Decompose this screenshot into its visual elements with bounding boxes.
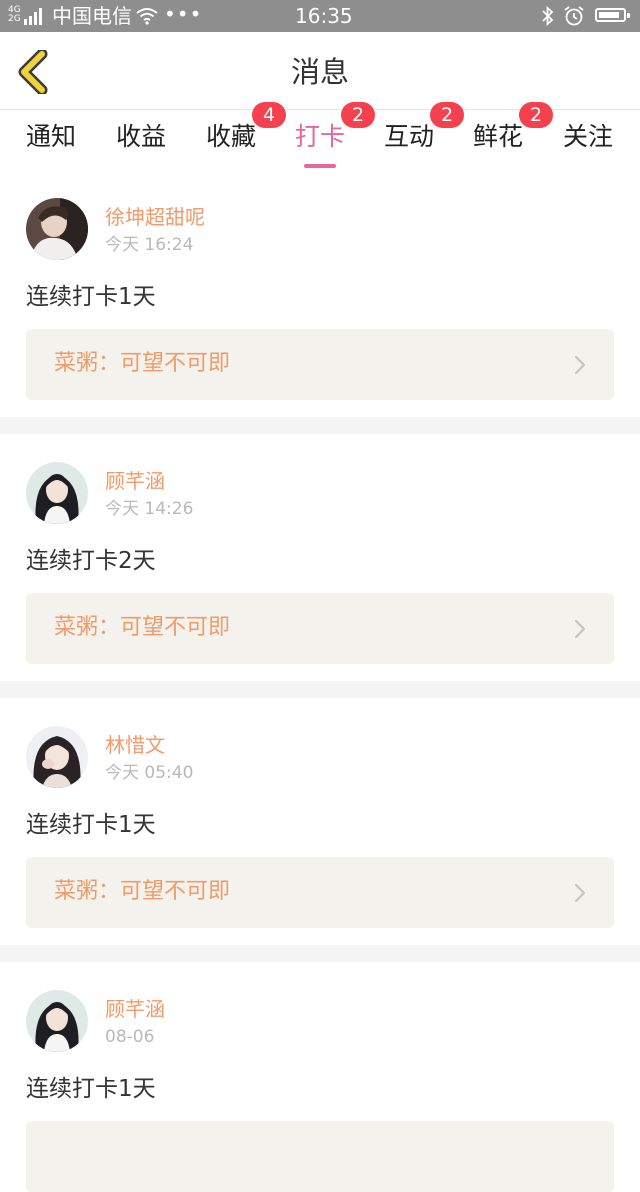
checkin-streak-text: 连续打卡1天 — [26, 812, 156, 838]
network-bottom-label: 2G — [8, 14, 21, 24]
carrier-name: 中国电信 — [52, 4, 132, 28]
checkin-streak-text: 连续打卡1天 — [26, 284, 156, 310]
post-link-text: 菜粥：可望不可即 — [54, 615, 231, 640]
divider — [0, 681, 640, 698]
list-item: 徐坤超甜呢 今天 16:24 连续打卡1天 菜粥：可望不可即 — [0, 170, 640, 417]
avatar[interactable] — [26, 990, 88, 1052]
username[interactable]: 林惜文 — [105, 732, 165, 758]
unread-badge: 2 — [430, 102, 465, 128]
post-link-text: 菜粥：可望不可即 — [54, 879, 231, 904]
timestamp: 今天 14:26 — [105, 499, 194, 519]
avatar[interactable] — [26, 462, 88, 524]
checkin-streak-text: 连续打卡1天 — [26, 1076, 156, 1102]
username[interactable]: 顾芊涵 — [105, 468, 165, 494]
tab-bar: 通知 收益 收藏 4 打卡 2 互动 2 鲜花 2 关注 — [0, 102, 640, 170]
tab-favorites[interactable]: 收藏 4 — [206, 102, 287, 168]
status-time: 16:35 — [295, 4, 353, 28]
unread-badge: 4 — [252, 102, 287, 128]
tab-follows[interactable]: 关注 — [563, 120, 613, 168]
divider — [0, 417, 640, 434]
network-type-indicator: 4G 2G — [8, 6, 22, 24]
post-link[interactable]: 菜粥：可望不可即 — [26, 857, 614, 928]
more-status-dots: ••• — [164, 2, 203, 26]
signal-icon — [24, 8, 42, 25]
chevron-right-icon — [574, 619, 586, 639]
post-link[interactable]: 菜粥：可望不可即 — [26, 329, 614, 400]
status-bar: 4G 2G 中国电信 ••• 16:35 — [0, 0, 640, 32]
battery-level-fill — [599, 12, 619, 18]
nav-bar: 消息 — [0, 32, 640, 110]
username[interactable]: 徐坤超甜呢 — [105, 204, 205, 230]
bluetooth-icon — [542, 6, 554, 26]
divider — [0, 945, 640, 962]
tab-label: 收益 — [116, 122, 167, 151]
page-title: 消息 — [290, 55, 349, 89]
tab-notifications[interactable]: 通知 — [26, 120, 76, 168]
tab-label: 打卡 — [295, 122, 346, 151]
timestamp: 08-06 — [105, 1027, 155, 1047]
tab-flowers[interactable]: 鲜花 2 — [473, 102, 554, 168]
tab-label: 关注 — [563, 122, 614, 151]
unread-badge: 2 — [519, 102, 554, 128]
tab-label: 收藏 — [206, 122, 257, 151]
tab-label: 互动 — [384, 122, 435, 151]
chevron-right-icon — [574, 883, 586, 903]
alarm-icon — [564, 6, 584, 26]
post-link[interactable]: 菜粥：可望不可即 — [26, 593, 614, 664]
username[interactable]: 顾芊涵 — [105, 996, 165, 1022]
tab-checkin[interactable]: 打卡 2 — [295, 102, 376, 168]
list-item: 林惜文 今天 05:40 连续打卡1天 菜粥：可望不可即 — [0, 698, 640, 945]
chevron-right-icon — [574, 355, 586, 375]
tab-label: 通知 — [26, 122, 77, 151]
battery-tip — [627, 13, 630, 18]
avatar[interactable] — [26, 726, 88, 788]
active-tab-indicator — [304, 164, 336, 168]
avatar[interactable] — [26, 198, 88, 260]
battery-icon — [595, 8, 630, 22]
tab-earnings[interactable]: 收益 — [116, 120, 166, 168]
wifi-icon — [136, 8, 158, 25]
unread-badge: 2 — [341, 102, 376, 128]
checkin-feed: 徐坤超甜呢 今天 16:24 连续打卡1天 菜粥：可望不可即 顾芊涵 今天 14… — [0, 170, 640, 1192]
post-link-text: 菜粥：可望不可即 — [54, 351, 231, 376]
post-link[interactable] — [26, 1121, 614, 1192]
timestamp: 今天 05:40 — [105, 763, 194, 783]
timestamp: 今天 16:24 — [105, 235, 194, 255]
tab-label: 鲜花 — [473, 122, 524, 151]
tab-interactions[interactable]: 互动 2 — [384, 102, 465, 168]
list-item: 顾芊涵 08-06 连续打卡1天 — [0, 962, 640, 1192]
checkin-streak-text: 连续打卡2天 — [26, 548, 156, 574]
list-item: 顾芊涵 今天 14:26 连续打卡2天 菜粥：可望不可即 — [0, 434, 640, 681]
